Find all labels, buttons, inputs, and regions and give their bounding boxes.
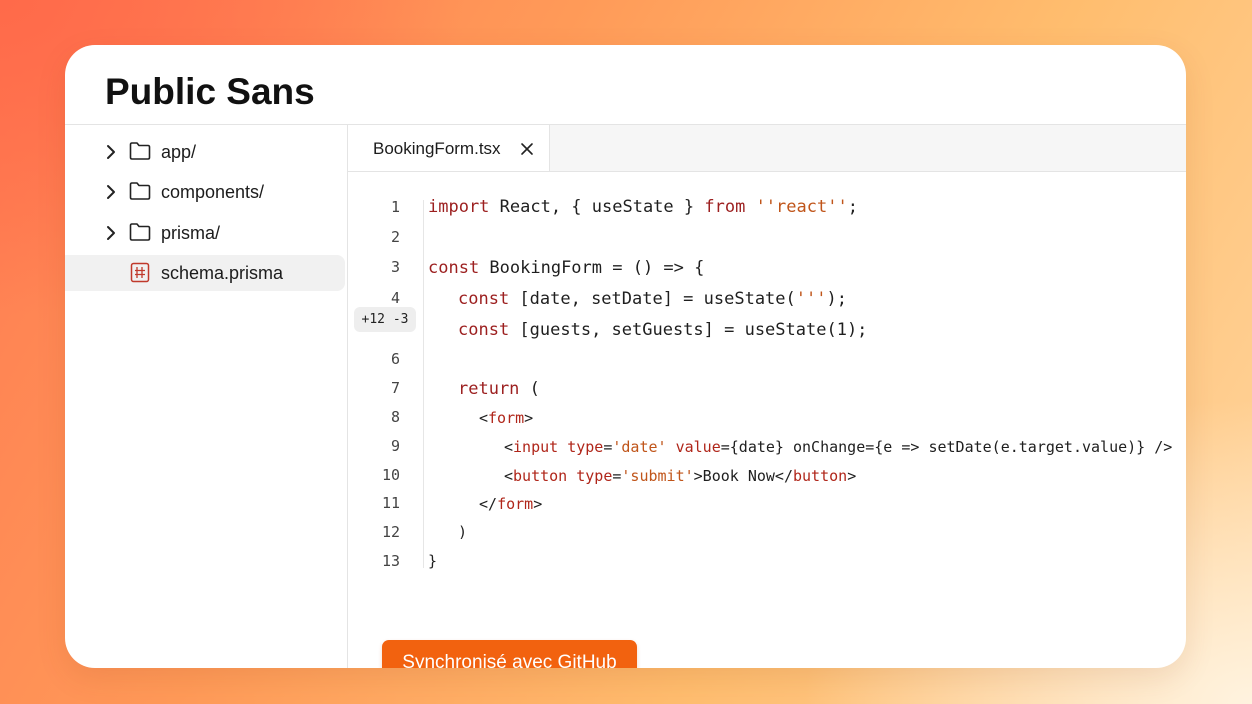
chevron-right-icon[interactable] [105, 184, 117, 200]
code-line: import React, { useState } from ''react'… [428, 197, 858, 217]
line-number: 11 [381, 494, 400, 512]
file-tree: app/ components/ prisma/ schema.prisma [65, 125, 348, 668]
code-line: return ( [458, 379, 540, 399]
tree-item-schema-prisma[interactable]: schema.prisma [65, 255, 345, 291]
line-number: 13 [381, 552, 400, 570]
code-line: const [guests, setGuests] = useState(1); [458, 320, 868, 340]
code-line: <form> [479, 409, 534, 427]
tree-item-label: schema.prisma [161, 263, 284, 283]
editor-tab-bar: BookingForm.tsx [348, 125, 1186, 172]
code-line: <button type='submit'>Book Now</button> [504, 467, 857, 485]
tree-item-label: components/ [161, 182, 265, 202]
indent-guide [423, 200, 424, 568]
app-title: Public Sans [105, 71, 315, 112]
folder-icon [129, 182, 151, 200]
code-area[interactable]: 1 2 3 4 +12 -3 6 7 8 9 10 11 12 13 impor… [348, 172, 1186, 612]
line-number: 1 [390, 198, 400, 216]
tree-item-label: app/ [161, 142, 197, 162]
code-line: </form> [479, 495, 543, 513]
chevron-right-icon[interactable] [105, 144, 117, 160]
prisma-file-icon [130, 262, 150, 283]
line-number: 8 [390, 408, 400, 426]
line-number: 12 [381, 523, 400, 541]
close-icon[interactable] [520, 142, 534, 156]
folder-icon [129, 223, 151, 241]
code-line: <input type='date' value={date} onChange… [504, 438, 1173, 456]
code-editor: BookingForm.tsx 1 2 3 4 +12 -3 6 7 8 9 1… [348, 125, 1186, 668]
code-line: } [428, 552, 438, 570]
folder-icon [129, 142, 151, 160]
chevron-right-icon[interactable] [105, 225, 117, 241]
diff-badge[interactable]: +12 -3 [354, 307, 416, 332]
app-window: Public Sans app/ components/ prisma/ sch… [65, 45, 1186, 668]
line-number: 7 [390, 379, 400, 397]
code-line: ) [458, 523, 468, 541]
sync-github-button[interactable]: Synchronisé avec GitHub [382, 640, 637, 668]
tree-item-components[interactable]: components/ [65, 174, 345, 210]
tree-item-app[interactable]: app/ [65, 134, 345, 170]
line-number: 9 [390, 437, 400, 455]
line-number: 2 [390, 228, 400, 246]
line-number: 4 [390, 289, 400, 307]
line-number: 3 [390, 258, 400, 276]
line-number: 10 [381, 466, 400, 484]
tree-item-label: prisma/ [161, 223, 221, 243]
code-line: const BookingForm = () => { [428, 258, 705, 278]
line-number: 6 [390, 350, 400, 368]
tree-item-prisma[interactable]: prisma/ [65, 215, 345, 251]
tab-label: BookingForm.tsx [373, 139, 501, 158]
tab-bookingform[interactable]: BookingForm.tsx [348, 125, 550, 171]
code-line: const [date, setDate] = useState('''); [458, 289, 847, 309]
